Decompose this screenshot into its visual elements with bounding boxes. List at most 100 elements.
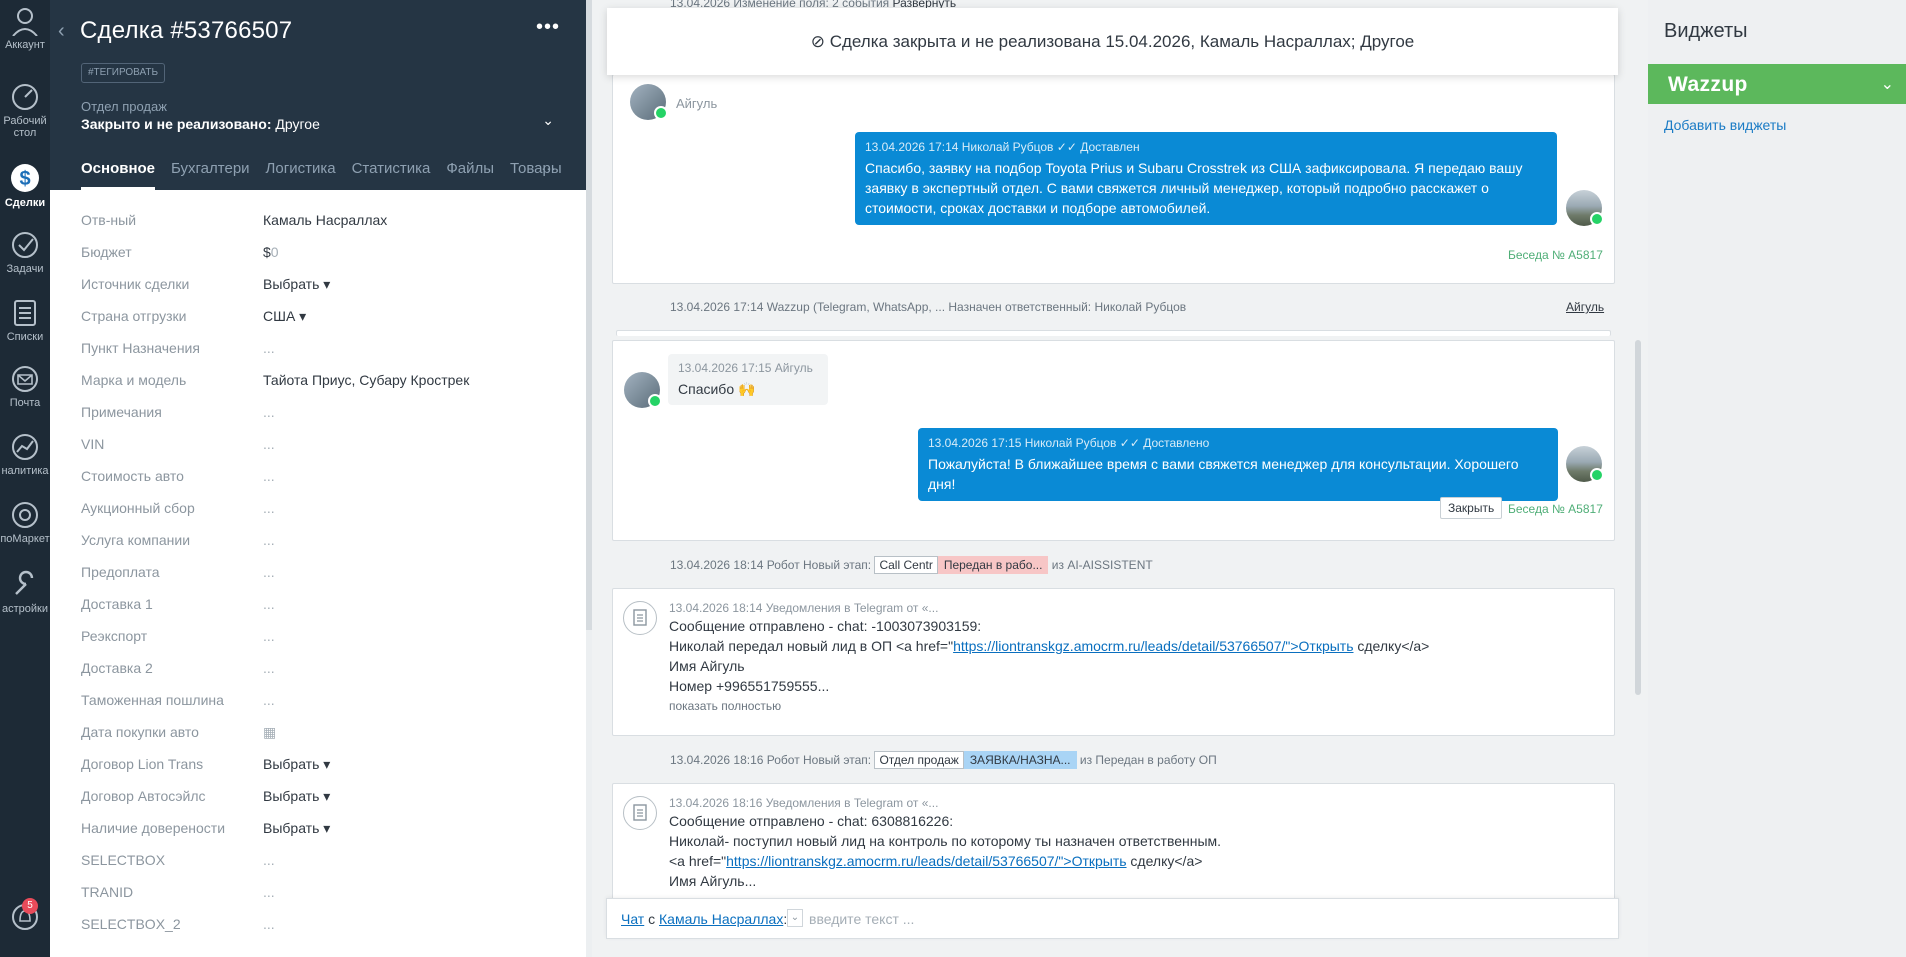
outgoing-message: 13.04.2026 17:14 Николай Рубцов ✓✓ Доста…	[855, 132, 1557, 225]
note-meta: 13.04.2026 18:14 Уведомления в Telegram …	[669, 601, 939, 615]
field-label: Бюджет	[81, 244, 132, 260]
banner-text: ⊘ Сделка закрыта и не реализована 15.04.…	[607, 32, 1618, 52]
message-meta: 13.04.2026 17:15 Николай Рубцов ✓✓ Доста…	[928, 436, 1210, 450]
field-value[interactable]: ...	[263, 404, 275, 420]
nav-account[interactable]: Аккаунт	[0, 6, 50, 51]
field-label: Аукционный сбор	[81, 500, 195, 516]
note-line: Сообщение отправлено - chat: -1003073903…	[669, 618, 982, 634]
pipeline-status[interactable]: Закрыто и не реализовано: Другое	[81, 116, 320, 132]
field-row: VIN...	[81, 436, 561, 468]
stage-tag: Передан в рабо...	[937, 556, 1049, 574]
field-value[interactable]: ...	[263, 916, 275, 932]
back-arrow-icon[interactable]: ‹	[58, 20, 65, 43]
field-label: Доставка 1	[81, 596, 153, 612]
nav-market[interactable]: поМаркет	[0, 500, 50, 545]
show-full-link[interactable]: показать полностью	[669, 696, 1599, 716]
field-row: Услуга компании...	[81, 532, 561, 564]
chat-composer: Чат с Камаль Насраллах: ⌄	[606, 898, 1619, 939]
feed-scrollbar[interactable]	[1635, 340, 1641, 695]
nav-settings[interactable]: астройки	[0, 570, 50, 615]
field-value[interactable]: Тайота Приус, Субару Крострек	[263, 372, 469, 388]
contact-link[interactable]: Камаль Насраллах	[659, 911, 783, 927]
document-icon	[623, 601, 657, 635]
more-menu-icon[interactable]: •••	[536, 16, 560, 39]
field-row: Аукционный сбор...	[81, 500, 561, 532]
field-value[interactable]: ...	[263, 436, 275, 452]
wazzup-logo: Wazzup	[1668, 73, 1748, 96]
tabs-more-icon[interactable]: ···	[541, 160, 556, 177]
nav-analytics[interactable]: налитика	[0, 432, 50, 477]
field-label: Отв-ный	[81, 212, 137, 228]
tab-accounting[interactable]: Бухгалтери	[171, 160, 250, 190]
nav-deals[interactable]: $ Сделки	[0, 160, 50, 209]
deal-link[interactable]: https://liontranskgz.amocrm.ru/leads/det…	[726, 853, 1126, 869]
field-row: Дата покупки авто ▦	[81, 724, 561, 756]
field-label: Марка и модель	[81, 372, 187, 388]
whatsapp-icon	[648, 394, 662, 408]
settings-icon	[15, 570, 34, 595]
field-value[interactable]: ...	[263, 692, 275, 708]
chevron-down-icon[interactable]: ⌄	[542, 112, 554, 129]
field-label: Таможенная пошлина	[81, 692, 224, 708]
field-row: Примечания...	[81, 404, 561, 436]
user-link[interactable]: Айгуль	[1566, 300, 1604, 314]
field-value[interactable]: США ▾	[263, 308, 306, 325]
tab-logistics[interactable]: Логистика	[266, 160, 336, 190]
tag-button[interactable]: #ТЕГИРОВАТЬ	[81, 63, 166, 83]
field-value[interactable]: ...	[263, 500, 275, 516]
field-value[interactable]: ...	[263, 596, 275, 612]
account-icon	[12, 8, 38, 36]
nav-label: астройки	[2, 603, 48, 615]
chat-link[interactable]: Чат	[621, 911, 644, 927]
field-value[interactable]: Выбрать ▾	[263, 788, 330, 805]
field-label: Предоплата	[81, 564, 160, 580]
field-value[interactable]: ...	[263, 628, 275, 644]
tab-statistics[interactable]: Статистика	[352, 160, 431, 190]
nav-tasks[interactable]: Задачи	[0, 230, 50, 275]
tab-main[interactable]: Основное	[81, 160, 156, 190]
field-value[interactable]: Выбрать ▾	[263, 820, 330, 837]
field-row: Наличие доверености Выбрать ▾	[81, 820, 561, 852]
field-value[interactable]: ...	[263, 532, 275, 548]
add-widgets-link[interactable]: Добавить виджеты	[1664, 117, 1786, 133]
note-text: <a href="	[669, 853, 727, 869]
field-value[interactable]: Выбрать ▾	[263, 756, 330, 773]
deal-title: Сделка #53766507	[80, 17, 293, 44]
chevron-down-icon[interactable]: ⌄	[787, 909, 803, 927]
conversation-link[interactable]: Беседа № A5817	[1508, 502, 1603, 516]
responsible-user-link[interactable]: Айгуль	[1566, 300, 1604, 314]
tab-files[interactable]: Файлы	[446, 160, 494, 190]
field-value[interactable]: Камаль Насраллах	[263, 212, 387, 228]
field-label: Примечания	[81, 404, 162, 420]
field-value[interactable]: ...	[263, 660, 275, 676]
whatsapp-icon	[654, 106, 668, 120]
field-value[interactable]: ...	[263, 564, 275, 580]
nav-label: Почта	[9, 397, 41, 409]
document-icon	[623, 796, 657, 830]
stage-tag: ЗАЯВКА/НАЗНА...	[963, 751, 1077, 769]
field-value[interactable]: ...	[263, 340, 275, 356]
field-value[interactable]: ...	[263, 468, 275, 484]
market-icon	[12, 502, 38, 528]
message-input[interactable]	[809, 907, 1589, 931]
note-content: 13.04.2026 18:16 Уведомления в Telegram …	[669, 795, 1599, 891]
nav-lists[interactable]: Списки	[0, 298, 50, 343]
field-value[interactable]: $0	[263, 244, 279, 260]
field-label: Услуга компании	[81, 532, 191, 548]
tasks-icon	[12, 232, 38, 258]
field-value[interactable]: ...	[263, 852, 275, 868]
nav-label: Задачи	[6, 263, 44, 275]
field-value[interactable]: ▦	[263, 724, 276, 741]
field-row: Реэкспорт...	[81, 628, 561, 660]
nav-mail[interactable]: Почта	[0, 364, 50, 409]
conversation-link[interactable]: Беседа № A5817	[1508, 248, 1603, 262]
field-row: SELECTBOX_2...	[81, 916, 561, 948]
nav-dashboard[interactable]: Рабочий стол	[0, 82, 50, 139]
wazzup-widget[interactable]: Wazzup ⌄	[1648, 64, 1906, 104]
chevron-down-icon[interactable]: ⌄	[1881, 74, 1894, 94]
stage-change-event: 13.04.2026 18:16 Робот Новый этап: Отдел…	[670, 751, 1217, 769]
field-value[interactable]: Выбрать ▾	[263, 276, 330, 293]
deal-link[interactable]: https://liontranskgz.amocrm.ru/leads/det…	[953, 638, 1353, 654]
field-value[interactable]: ...	[263, 884, 275, 900]
close-conversation-button[interactable]: Закрыть	[1440, 497, 1503, 519]
